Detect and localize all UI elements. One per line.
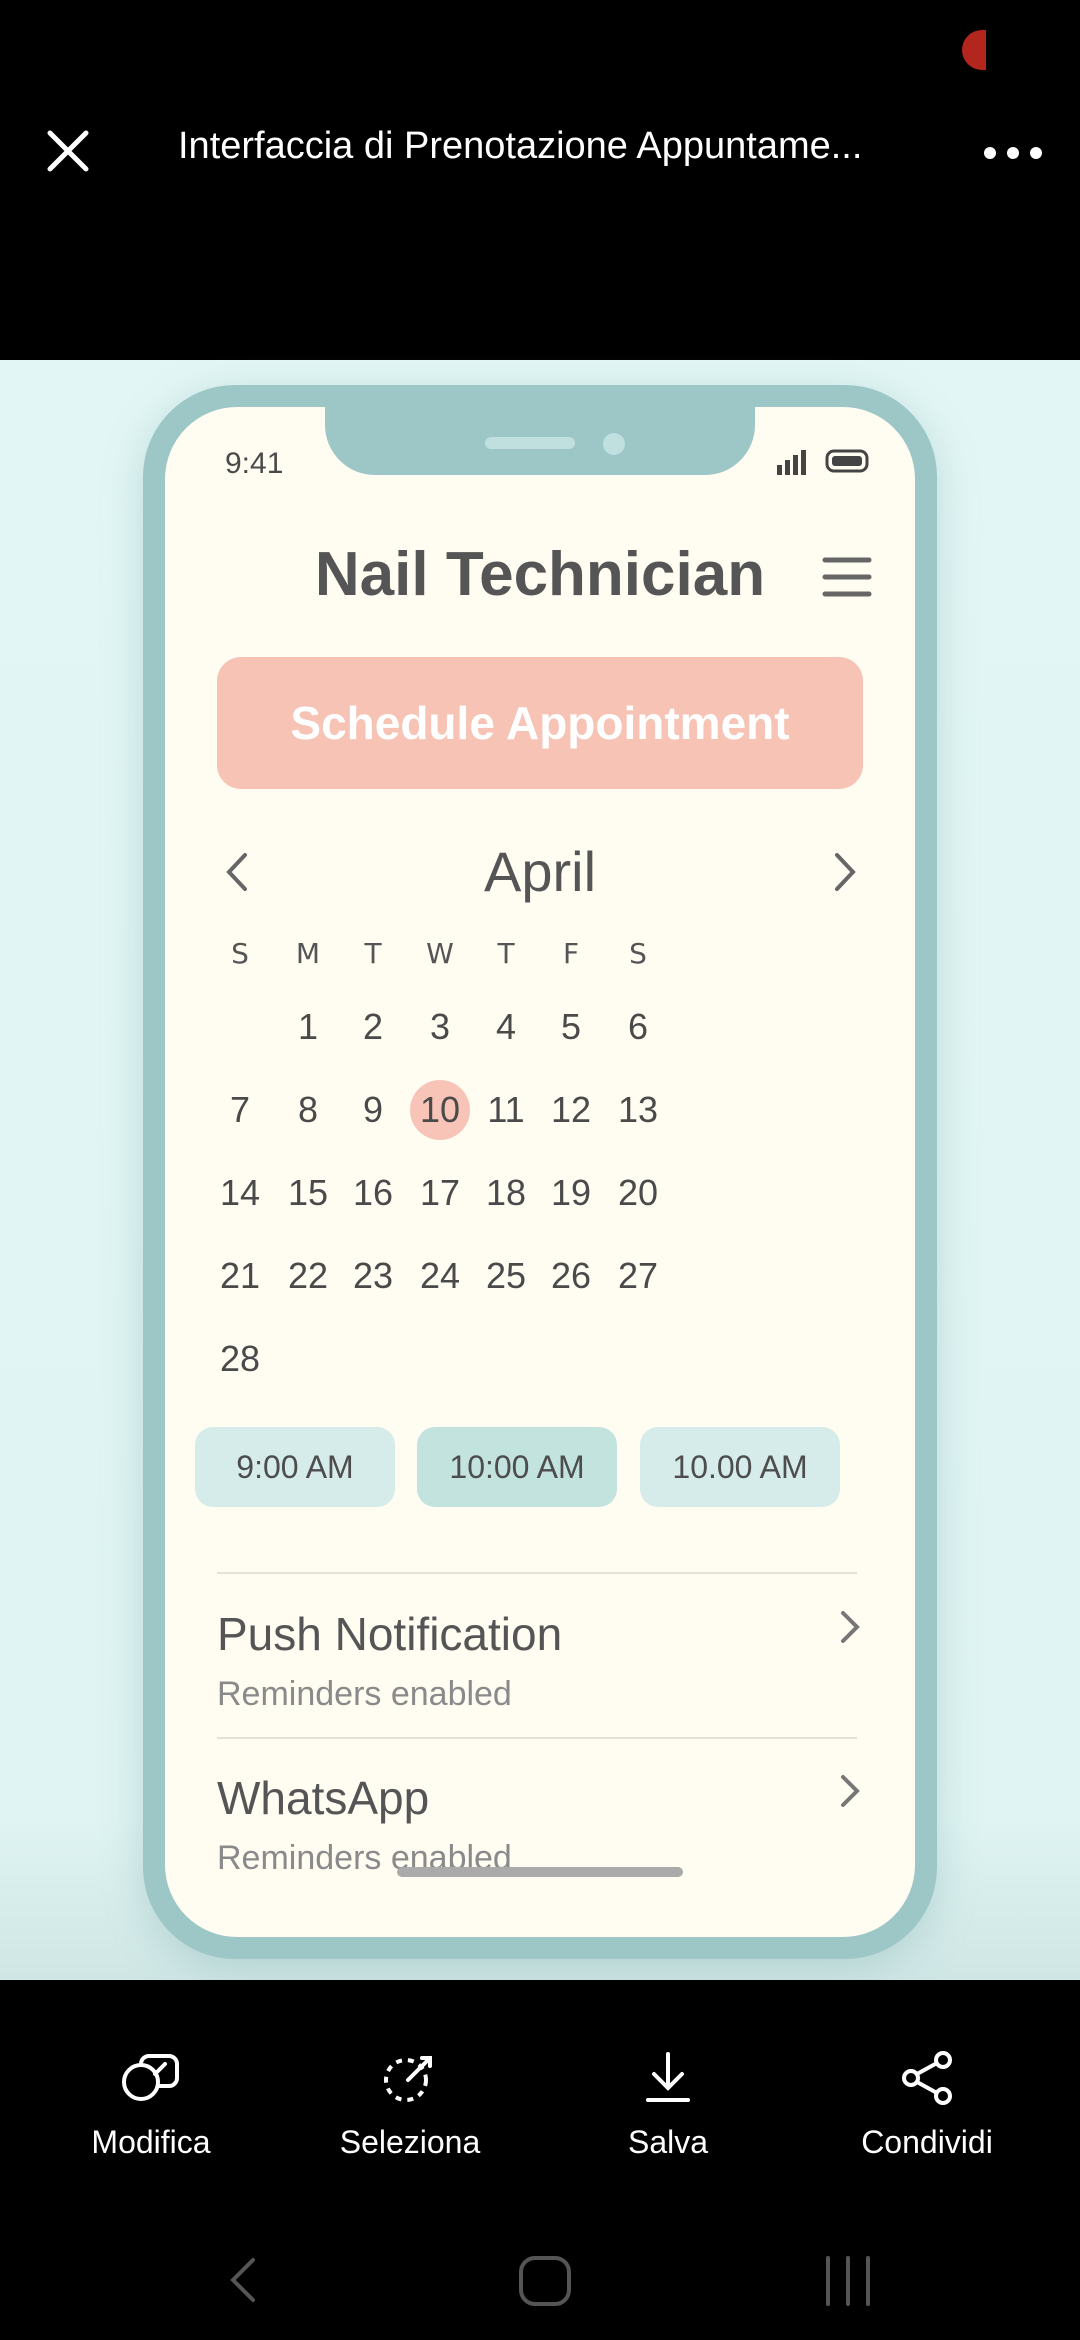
whatsapp-title[interactable]: WhatsApp — [217, 1771, 429, 1825]
home-nav-icon[interactable] — [505, 2250, 585, 2310]
signal-icon — [777, 450, 806, 475]
status-time: 9:41 — [225, 447, 284, 480]
time-slot-selected[interactable]: 10:00 AM — [417, 1427, 617, 1507]
more-icon — [984, 147, 1042, 159]
hamburger-menu-icon — [822, 557, 872, 597]
back-nav-icon[interactable] — [205, 2250, 285, 2310]
select-button[interactable]: Seleziona — [310, 2050, 510, 2161]
edit-button[interactable]: Modifica — [51, 2050, 251, 2161]
calendar-month: April — [483, 840, 597, 903]
time-slot[interactable]: 10.00 AM — [640, 1427, 840, 1507]
share-label: Condividi — [861, 2124, 993, 2160]
push-notification-title[interactable]: Push Notification — [217, 1607, 562, 1661]
recording-indicator — [962, 30, 986, 70]
top-bar: Interfaccia di Prenotazione Appuntame... — [0, 0, 1080, 360]
save-label: Salva — [627, 2124, 709, 2160]
divider — [217, 1737, 857, 1739]
calendar-day[interactable]: 20 — [593, 1163, 683, 1223]
menu-button[interactable] — [821, 552, 873, 602]
download-icon — [646, 2052, 690, 2102]
weekday-label: S — [629, 937, 647, 970]
chevron-right-icon — [835, 853, 856, 891]
app-title: Nail Technician — [314, 540, 766, 609]
save-button[interactable]: Salva — [568, 2050, 768, 2161]
calendar-day-selected[interactable]: 10 — [395, 1080, 485, 1140]
next-month-button[interactable] — [825, 845, 865, 899]
phone-notch — [325, 407, 755, 475]
calendar-day[interactable]: 6 — [593, 997, 683, 1057]
image-title: Interfaccia di Prenotazione Appuntame... — [178, 125, 863, 167]
calendar-day[interactable]: 13 — [593, 1080, 683, 1140]
chevron-right-icon[interactable] — [837, 1607, 863, 1647]
phone-screen: 9:41 Nail Technician Schedule Appointmen… — [165, 407, 915, 1937]
more-options-button[interactable] — [982, 133, 1044, 173]
push-notification-status: Reminders enabled — [217, 1675, 512, 1713]
phone-mockup: 9:41 Nail Technician Schedule Appointmen… — [143, 385, 937, 1959]
close-icon — [47, 130, 89, 172]
divider — [217, 1572, 857, 1574]
camera-icon — [603, 433, 625, 455]
share-icon — [902, 2051, 952, 2105]
battery-icon — [825, 449, 869, 473]
schedule-appointment-button[interactable]: Schedule Appointment — [217, 657, 863, 789]
calendar-day[interactable]: 27 — [593, 1246, 683, 1306]
close-button[interactable] — [40, 123, 96, 179]
time-slot[interactable]: 9:00 AM — [195, 1427, 395, 1507]
phone-home-indicator — [397, 1867, 683, 1877]
chevron-right-icon[interactable] — [837, 1771, 863, 1811]
share-button[interactable]: Condividi — [827, 2050, 1027, 2161]
speaker-grille — [485, 437, 575, 449]
edit-label: Modifica — [91, 2124, 211, 2160]
edit-shapes-icon — [122, 2054, 179, 2101]
select-label: Seleziona — [339, 2124, 481, 2160]
calendar-day[interactable]: 28 — [195, 1329, 285, 1389]
recent-apps-nav-icon[interactable] — [808, 2250, 888, 2310]
select-icon — [384, 2056, 432, 2102]
